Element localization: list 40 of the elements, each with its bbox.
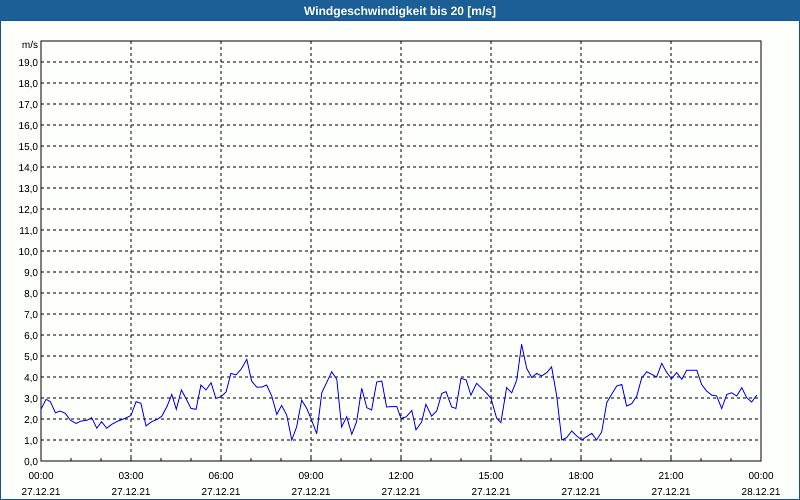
- axis-label: 7,0: [24, 310, 38, 321]
- axis-label: 03:00: [118, 471, 144, 482]
- axis-label: 18,0: [18, 79, 38, 90]
- axis-label: 17,0: [18, 100, 38, 111]
- axis-label: 28.12.21: [742, 487, 780, 498]
- axis-label: 0,0: [24, 457, 38, 468]
- axis-label: 27.12.21: [472, 487, 510, 498]
- axis-label: 12:00: [388, 471, 414, 482]
- axis-label: 21:00: [658, 471, 684, 482]
- axis-label: 09:00: [298, 471, 324, 482]
- axis-label: 1,0: [24, 436, 38, 447]
- axis-label: 27.12.21: [202, 487, 240, 498]
- axis-label: 16,0: [18, 121, 38, 132]
- axis-label: 19,0: [18, 58, 38, 69]
- axis-label: 3,0: [24, 394, 38, 405]
- axis-label: 4,0: [24, 373, 38, 384]
- axis-label: 27.12.21: [112, 487, 150, 498]
- axis-label: 9,0: [24, 268, 38, 279]
- y-axis-unit: m/s: [22, 40, 38, 51]
- axis-label: 00:00: [28, 471, 54, 482]
- axis-label: 8,0: [24, 289, 38, 300]
- axis-label: 14,0: [18, 163, 38, 174]
- axis-label: 27.12.21: [382, 487, 420, 498]
- axis-label: 00:00: [748, 471, 774, 482]
- axis-label: 13,0: [18, 184, 38, 195]
- axis-label: 12,0: [18, 205, 38, 216]
- axis-label: 10,0: [18, 247, 38, 258]
- axis-label: 6,0: [24, 331, 38, 342]
- axis-label: 27.12.21: [652, 487, 690, 498]
- axis-label: 18:00: [568, 471, 594, 482]
- axis-label: 5,0: [24, 352, 38, 363]
- title-bar: Windgeschwindigkeit bis 20 [m/s]: [1, 1, 799, 21]
- axis-label: 27.12.21: [22, 487, 60, 498]
- axis-label: 15,0: [18, 142, 38, 153]
- axis-label: 06:00: [208, 471, 234, 482]
- axis-label: 11,0: [19, 226, 38, 237]
- axis-label: 27.12.21: [292, 487, 330, 498]
- axis-label: 27.12.21: [562, 487, 600, 498]
- axis-label: 15:00: [478, 471, 504, 482]
- axis-label: 2,0: [24, 415, 38, 426]
